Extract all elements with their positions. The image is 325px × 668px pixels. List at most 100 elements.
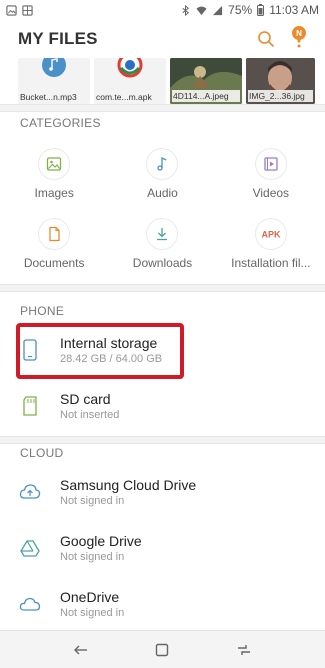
recent-file-item[interactable]: com.te...m.apk [94, 58, 166, 104]
row-text: Samsung Cloud Drive Not signed in [60, 477, 196, 507]
grid-notification-icon [22, 4, 33, 16]
onedrive-item[interactable]: OneDrive Not signed in [0, 578, 325, 630]
notification-badge: N [292, 26, 306, 40]
row-text: Google Drive Not signed in [60, 533, 142, 563]
category-label: Downloads [132, 256, 193, 270]
home-button[interactable] [152, 640, 172, 660]
category-label: Installation fil... [231, 256, 311, 270]
row-subtitle: Not inserted [60, 409, 120, 421]
category-label: Images [34, 186, 74, 200]
recent-file-name: IMG_2...36.jpg [248, 90, 313, 102]
cloud-header: CLOUD [20, 446, 64, 460]
category-label: Audio [147, 186, 178, 200]
status-bar: 75% 11:03 AM [0, 0, 325, 20]
row-title: Samsung Cloud Drive [60, 477, 197, 493]
recent-thumb [94, 58, 166, 86]
internal-storage-item[interactable]: Internal storage 28.42 GB / 64.00 GB [0, 324, 325, 376]
category-icon-circle [38, 148, 71, 180]
recent-file-name: com.te...m.apk [96, 92, 152, 102]
categories-grid: Images Audio Videos Documents Downloads … [0, 140, 325, 280]
row-text: SD card Not inserted [60, 391, 119, 421]
category-icon-circle [38, 218, 71, 250]
divider [0, 436, 325, 444]
row-text: OneDrive Not signed in [60, 589, 124, 619]
app-icon [117, 58, 143, 78]
row-subtitle: Not signed in [60, 607, 125, 619]
row-icon [19, 338, 41, 362]
recent-file-name: Bucket...n.mp3 [20, 92, 77, 102]
music-note-icon [157, 156, 167, 171]
recent-files: Bucket...n.mp3 com.te...m.apk 4D114...A.… [0, 58, 325, 104]
google-drive-item[interactable]: Google Drive Not signed in [0, 522, 325, 574]
divider [0, 104, 325, 112]
phone-icon [23, 339, 37, 361]
onedrive-icon [19, 597, 41, 611]
category-icon-circle [146, 148, 179, 180]
recent-file-name: 4D114...A.jpeg [172, 90, 240, 102]
page-title: MY FILES [18, 29, 98, 48]
row-icon [19, 536, 41, 560]
category-installation-files[interactable]: APK Installation fil... [217, 210, 325, 280]
back-icon [73, 645, 87, 654]
bluetooth-icon [182, 4, 190, 16]
sd-card-item[interactable]: SD card Not inserted [0, 380, 325, 432]
apk-icon: APK [261, 230, 281, 240]
gallery-notification-icon [6, 4, 17, 16]
row-title: OneDrive [60, 589, 120, 605]
category-videos[interactable]: Videos [217, 140, 325, 210]
row-subtitle: Not signed in [60, 551, 125, 563]
recent-file-item[interactable]: 4D114...A.jpeg [170, 58, 242, 104]
google-drive-icon [20, 540, 40, 557]
home-icon [156, 643, 169, 656]
wifi-icon [196, 6, 207, 15]
back-button[interactable] [71, 640, 91, 660]
battery-icon [257, 4, 265, 16]
divider [0, 284, 325, 292]
app-actions: N [255, 26, 307, 52]
navigation-bar [0, 630, 325, 668]
category-images[interactable]: Images [0, 140, 108, 210]
signal-icon [213, 5, 223, 15]
category-audio[interactable]: Audio [108, 140, 216, 210]
category-icon-circle [146, 218, 179, 250]
category-icon-circle [254, 148, 287, 180]
recent-file-item[interactable]: Bucket...n.mp3 [18, 58, 90, 104]
recents-icon [238, 644, 251, 655]
category-label: Documents [23, 256, 85, 270]
more-options-button[interactable]: N [291, 26, 307, 52]
app-bar: MY FILES N [0, 20, 325, 58]
row-subtitle: Not signed in [60, 495, 125, 507]
phone-header: PHONE [20, 304, 65, 318]
row-title: SD card [60, 391, 111, 407]
music-note-icon [42, 58, 66, 77]
category-downloads[interactable]: Downloads [108, 210, 216, 280]
category-label: Videos [252, 186, 290, 200]
download-icon [157, 228, 168, 241]
search-button[interactable] [255, 28, 277, 50]
category-icon-circle: APK [254, 218, 287, 250]
image-icon [47, 157, 62, 171]
recents-button[interactable] [234, 640, 254, 660]
more-vertical-icon [297, 39, 301, 48]
sd-card-icon [23, 396, 37, 416]
status-left [6, 4, 33, 16]
svg-text:APK: APK [261, 230, 281, 240]
samsung-cloud-item[interactable]: Samsung Cloud Drive Not signed in [0, 466, 325, 518]
document-icon [49, 226, 60, 242]
category-documents[interactable]: Documents [0, 210, 108, 280]
samsung-cloud-icon [19, 484, 41, 499]
battery-percent: 75% [228, 3, 253, 17]
row-title: Internal storage [60, 335, 158, 351]
recent-file-item[interactable]: IMG_2...36.jpg [246, 58, 315, 104]
status-right: 75% 11:03 AM [180, 3, 319, 17]
search-icon [258, 31, 274, 47]
clock: 11:03 AM [269, 3, 319, 17]
row-icon [19, 394, 41, 418]
row-icon [19, 592, 41, 616]
row-text: Internal storage 28.42 GB / 64.00 GB [60, 335, 162, 365]
row-subtitle: 28.42 GB / 64.00 GB [60, 353, 163, 365]
recent-thumb [18, 58, 90, 86]
row-icon [19, 480, 41, 504]
row-title: Google Drive [60, 533, 142, 549]
video-icon [264, 157, 278, 171]
